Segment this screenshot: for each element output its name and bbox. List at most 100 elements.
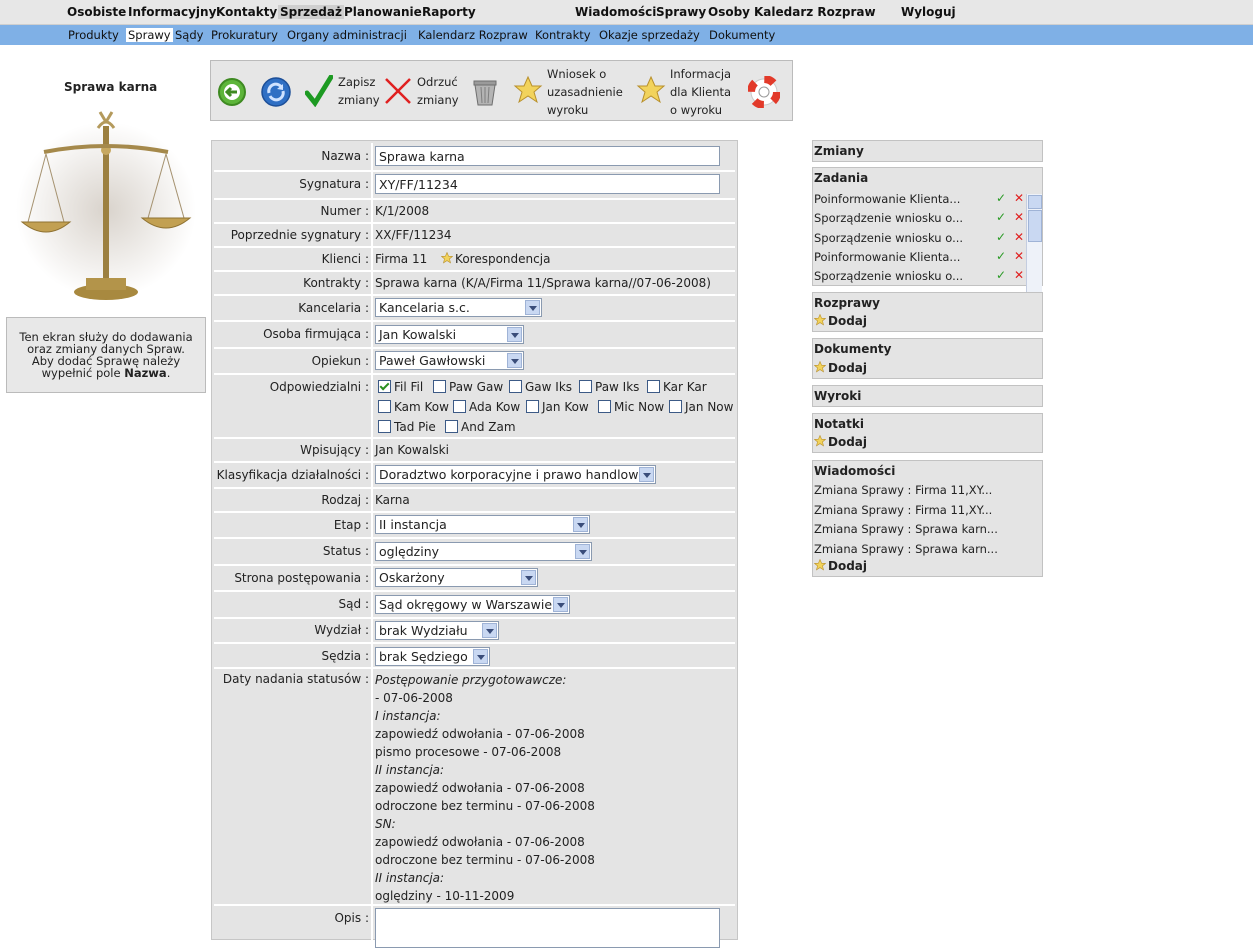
opis-textarea[interactable]: [375, 908, 720, 948]
zadanie-item[interactable]: Poinformowanie Klienta...: [814, 250, 960, 264]
subnav-sprawy[interactable]: Sprawy: [126, 28, 173, 42]
zadanie-item[interactable]: Sporządzenie wniosku o...: [814, 231, 963, 245]
checkbox-paw-iks[interactable]: Paw Iks: [579, 380, 639, 394]
subnav-sady[interactable]: Sądy: [175, 28, 203, 42]
trash-icon[interactable]: [471, 77, 499, 107]
checkbox[interactable]: [526, 400, 539, 413]
topnav-informacyjny[interactable]: Informacyjny: [128, 5, 216, 19]
wiadomosc-item[interactable]: Zmiana Sprawy : Sprawa karn...: [814, 542, 998, 556]
subnav-dokumenty[interactable]: Dokumenty: [709, 28, 775, 42]
delete-x-icon[interactable]: ✕: [1014, 210, 1024, 224]
complete-check-icon[interactable]: ✓: [996, 268, 1006, 282]
zadanie-item[interactable]: Poinformowanie Klienta...: [814, 192, 960, 206]
delete-x-icon[interactable]: ✕: [1014, 268, 1024, 282]
checkbox-mic-now[interactable]: Mic Now: [598, 400, 664, 414]
checkbox-jan-now[interactable]: Jan Now: [669, 400, 733, 414]
sygnatura-input[interactable]: XY/FF/11234: [375, 174, 720, 194]
sad-select[interactable]: Sąd okręgowy w Warszawie: [375, 595, 570, 614]
complete-check-icon[interactable]: ✓: [996, 191, 1006, 205]
kancelaria-select[interactable]: Kancelaria s.c.: [375, 298, 542, 317]
checkbox[interactable]: [598, 400, 611, 413]
checkbox[interactable]: [445, 420, 458, 433]
checkbox[interactable]: [378, 400, 391, 413]
complete-check-icon[interactable]: ✓: [996, 230, 1006, 244]
topnav-planowanie[interactable]: Planowanie: [344, 5, 422, 19]
osoba-firmujaca-select[interactable]: Jan Kowalski: [375, 325, 524, 344]
dokumenty-add-button[interactable]: Dodaj: [814, 361, 867, 375]
subnav-produkty[interactable]: Produkty: [68, 28, 119, 42]
wniosek-button[interactable]: Wniosek o uzasadnienie wyroku: [547, 65, 623, 119]
reject-button[interactable]: Odrzuć zmiany: [417, 73, 459, 109]
topnav-raporty[interactable]: Raporty: [422, 5, 476, 19]
subnav-organy[interactable]: Organy administracji: [287, 28, 407, 42]
status-select[interactable]: oględziny: [375, 542, 592, 561]
subnav-kalendarz[interactable]: Kalendarz Rozpraw: [418, 28, 528, 42]
rozprawy-add-button[interactable]: Dodaj: [814, 314, 867, 328]
notatki-add-button[interactable]: Dodaj: [814, 435, 867, 449]
complete-check-icon[interactable]: ✓: [996, 249, 1006, 263]
checkbox[interactable]: [509, 380, 522, 393]
checkbox[interactable]: [433, 380, 446, 393]
topnav-osoby[interactable]: Osoby: [708, 5, 750, 19]
refresh-icon[interactable]: [260, 76, 292, 108]
topnav-sprawy[interactable]: Sprawy: [656, 5, 706, 19]
zadanie-item[interactable]: Sporządzenie wniosku o...: [814, 269, 963, 283]
wiadomosc-item[interactable]: Zmiana Sprawy : Firma 11,XY...: [814, 483, 992, 497]
label-etap: Etap :: [333, 518, 369, 532]
etap-select[interactable]: II instancja: [375, 515, 590, 534]
wiadomosc-item[interactable]: Zmiana Sprawy : Sprawa karn...: [814, 522, 998, 536]
checkbox-kar-kar[interactable]: Kar Kar: [647, 380, 707, 394]
opiekun-select[interactable]: Paweł Gawłowski: [375, 351, 524, 370]
topnav-kontakty[interactable]: Kontakty: [216, 5, 277, 19]
checkbox-ada-kow[interactable]: Ada Kow: [453, 400, 520, 414]
topnav-wyloguj[interactable]: Wyloguj: [901, 5, 956, 19]
back-arrow-icon[interactable]: [217, 77, 247, 107]
checkbox[interactable]: [647, 380, 660, 393]
topnav-kalendarz[interactable]: Kaledarz Rozpraw: [754, 5, 876, 19]
checkbox-tad-pie[interactable]: Tad Pie: [378, 420, 436, 434]
zmiany-title[interactable]: Zmiany: [814, 144, 864, 158]
save-button[interactable]: Zapisz zmiany: [338, 73, 380, 109]
sedzia-select[interactable]: brak Sędziego: [375, 647, 490, 666]
scroll-up-icon[interactable]: [1028, 195, 1042, 209]
nazwa-input[interactable]: Sprawa karna: [375, 146, 720, 166]
reject-x-icon[interactable]: [383, 76, 413, 106]
checkbox-paw-gaw[interactable]: Paw Gaw: [433, 380, 503, 394]
delete-x-icon[interactable]: ✕: [1014, 249, 1024, 263]
checkbox-and-zam[interactable]: And Zam: [445, 420, 516, 434]
subnav-prokuratury[interactable]: Prokuratury: [211, 28, 278, 42]
subnav-kontrakty[interactable]: Kontrakty: [535, 28, 591, 42]
klient-link[interactable]: Firma 11: [375, 252, 427, 266]
checkbox[interactable]: [579, 380, 592, 393]
kontrakty-link[interactable]: Sprawa karna (K/A/Firma 11/Sprawa karna/…: [375, 276, 711, 290]
save-check-icon[interactable]: [305, 75, 333, 107]
checkbox-checked[interactable]: [378, 380, 391, 393]
wydzial-select[interactable]: brak Wydziału: [375, 621, 499, 640]
wiadomosc-item[interactable]: Zmiana Sprawy : Firma 11,XY...: [814, 503, 992, 517]
subnav-okazje[interactable]: Okazje sprzedaży: [599, 28, 700, 42]
informacja-button[interactable]: Informacja dla Klienta o wyroku: [670, 65, 731, 119]
checkbox-fil-fil[interactable]: Fil Fil: [378, 380, 423, 394]
help-lifebuoy-icon[interactable]: [748, 76, 780, 108]
checkbox[interactable]: [453, 400, 466, 413]
checkbox-gaw-iks[interactable]: Gaw Iks: [509, 380, 572, 394]
checkbox[interactable]: [378, 420, 391, 433]
topnav-osobiste[interactable]: Osobiste: [67, 5, 126, 19]
complete-check-icon[interactable]: ✓: [996, 210, 1006, 224]
star-wniosek-icon[interactable]: [513, 75, 543, 105]
save-label: zmiany: [338, 93, 380, 107]
topnav-sprzedaz[interactable]: Sprzedaż: [278, 5, 344, 19]
checkbox-kam-kow[interactable]: Kam Kow: [378, 400, 449, 414]
star-informacja-icon[interactable]: [636, 75, 666, 105]
korespondencja-link[interactable]: Korespondencja: [441, 252, 550, 266]
zadanie-item[interactable]: Sporządzenie wniosku o...: [814, 211, 963, 225]
wiadomosci-add-button[interactable]: Dodaj: [814, 559, 867, 573]
scroll-thumb[interactable]: [1028, 210, 1042, 242]
delete-x-icon[interactable]: ✕: [1014, 230, 1024, 244]
topnav-wiadomosci[interactable]: Wiadomości: [575, 5, 656, 19]
delete-x-icon[interactable]: ✕: [1014, 191, 1024, 205]
checkbox[interactable]: [669, 400, 682, 413]
strona-select[interactable]: Oskarżony: [375, 568, 538, 587]
klasyfikacja-select[interactable]: Doradztwo korporacyjne i prawo handlowe: [375, 465, 656, 484]
checkbox-jan-kow[interactable]: Jan Kow: [526, 400, 589, 414]
